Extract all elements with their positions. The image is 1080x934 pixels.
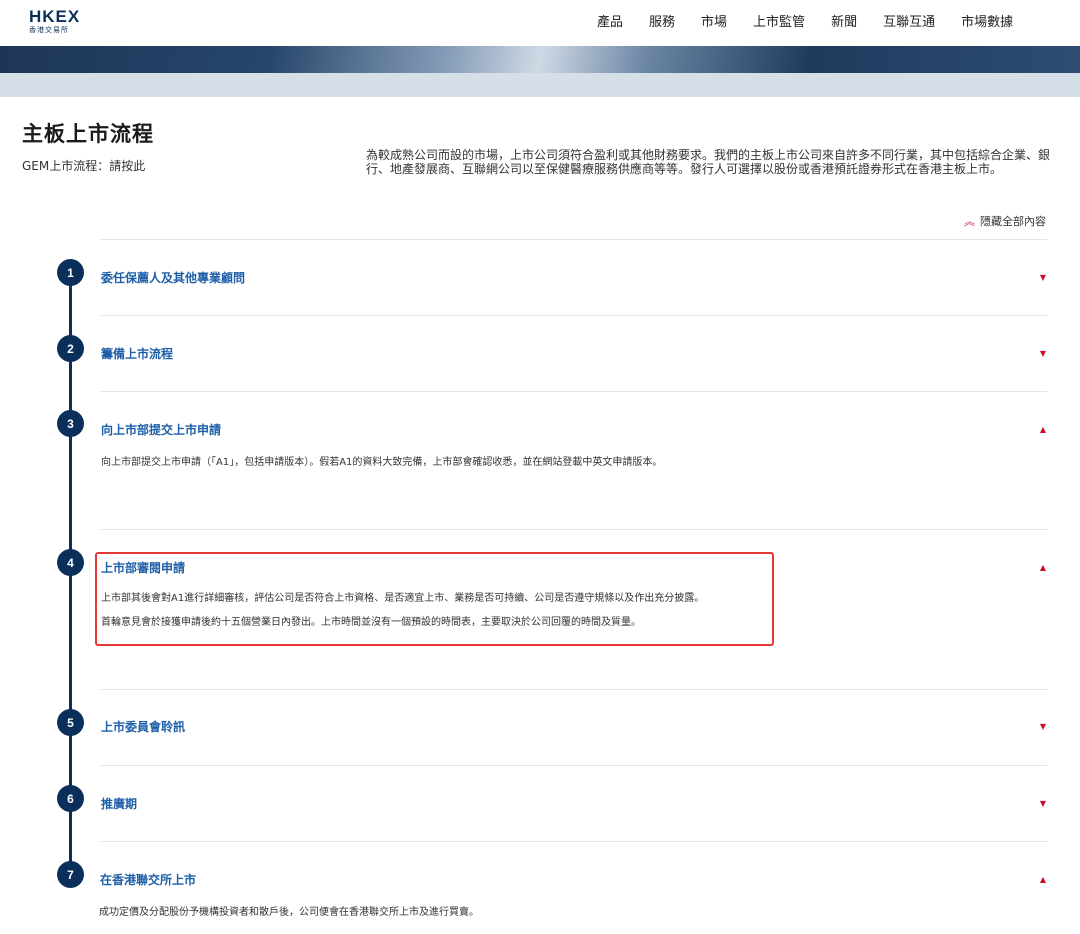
main-nav: 產品 服務 市場 上市監管 新聞 互聯互通 市場數據	[597, 15, 1039, 31]
step-title-1[interactable]: 委任保薦人及其他專業顧問	[101, 270, 245, 286]
step-title-6[interactable]: 推廣期	[101, 796, 137, 812]
logo-wordmark: HKEX	[29, 7, 81, 26]
step-number-4: 4	[57, 549, 84, 576]
caret-up-icon[interactable]: ▲	[1040, 563, 1046, 573]
site-header: HKEX 香港交易所 產品 服務 市場 上市監管 新聞 互聯互通 市場數據	[0, 0, 1080, 46]
caret-down-icon[interactable]: ▼	[1040, 799, 1046, 809]
nav-item-market-data[interactable]: 市場數據	[961, 15, 1013, 31]
step-number-2: 2	[57, 335, 84, 362]
step-title-2[interactable]: 籌備上市流程	[101, 346, 173, 362]
divider	[101, 391, 1047, 392]
step-title-7[interactable]: 在香港聯交所上市	[100, 872, 196, 888]
caret-down-icon[interactable]: ▼	[1040, 722, 1046, 732]
step-number-1: 1	[57, 259, 84, 286]
gem-process-link[interactable]: GEM上市流程：請按此	[22, 158, 145, 174]
highlight-box	[95, 552, 774, 646]
step-title-3[interactable]: 向上市部提交上市申請	[101, 422, 221, 438]
nav-item-connect[interactable]: 互聯互通	[883, 15, 935, 31]
divider	[101, 689, 1047, 690]
double-chevron-up-icon: ︽	[964, 215, 975, 228]
hero-banner	[0, 46, 1080, 73]
nav-item-market[interactable]: 市場	[701, 15, 727, 31]
caret-down-icon[interactable]: ▼	[1040, 349, 1046, 359]
hide-all-label: 隱藏全部內容	[980, 215, 1046, 228]
divider	[101, 765, 1047, 766]
logo-subtitle: 香港交易所	[29, 26, 69, 34]
step-number-3: 3	[57, 410, 84, 437]
divider	[101, 529, 1047, 530]
step-number-7: 7	[57, 861, 84, 888]
nav-item-news[interactable]: 新聞	[831, 15, 857, 31]
step-body-3: 向上市部提交上市申請（「A1」，包括申請版本）。假若A1的資料大致完備，上市部會…	[101, 457, 663, 468]
caret-up-icon[interactable]: ▲	[1040, 875, 1046, 885]
intro-text: 為較成熟公司而設的市場，上市公司須符合盈利或其他財務要求。我們的主板上市公司來自…	[366, 148, 1051, 176]
divider	[101, 841, 1047, 842]
step-title-5[interactable]: 上市委員會聆訊	[101, 719, 185, 735]
step-number-5: 5	[57, 709, 84, 736]
divider	[101, 239, 1047, 240]
hide-all-button[interactable]: ︽ 隱藏全部內容	[964, 215, 1046, 229]
caret-up-icon[interactable]: ▲	[1040, 425, 1046, 435]
hkex-logo[interactable]: HKEX 香港交易所	[29, 8, 89, 34]
divider	[101, 315, 1047, 316]
banner-strip	[0, 73, 1080, 97]
step-number-6: 6	[57, 785, 84, 812]
nav-item-listing[interactable]: 上市監管	[753, 15, 805, 31]
page-title: 主板上市流程	[22, 122, 154, 146]
step-body-7: 成功定價及分配股份予機構投資者和散戶後，公司便會在香港聯交所上市及進行買賣。	[99, 907, 479, 918]
nav-item-products[interactable]: 產品	[597, 15, 623, 31]
caret-down-icon[interactable]: ▼	[1040, 273, 1046, 283]
nav-item-services[interactable]: 服務	[649, 15, 675, 31]
